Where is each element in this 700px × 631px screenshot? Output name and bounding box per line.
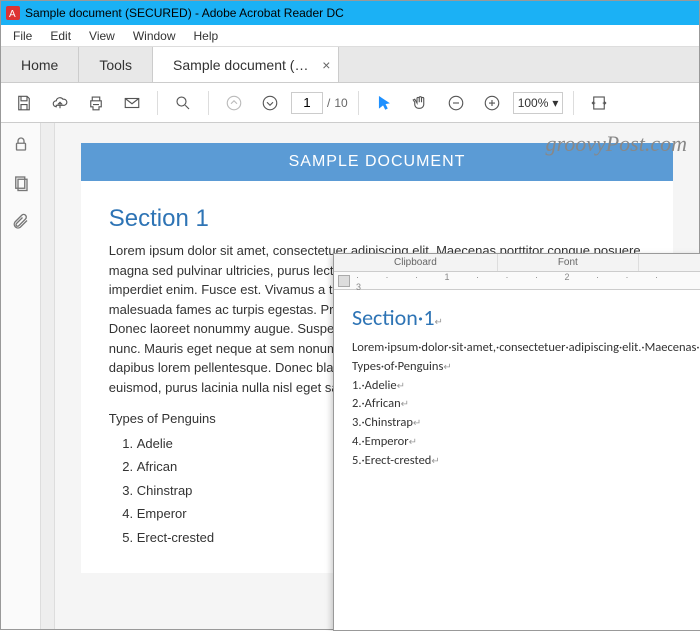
tab-tools-label: Tools: [99, 57, 132, 73]
page-down-icon[interactable]: [255, 88, 285, 118]
app-icon: A: [5, 5, 21, 21]
window-title: Sample document (SECURED) - Adobe Acroba…: [25, 6, 344, 20]
word-list-item: 2.·African↵: [352, 395, 682, 414]
menu-edit[interactable]: Edit: [42, 27, 79, 45]
word-list-item: 3.·Chinstrap↵: [352, 414, 682, 433]
tab-document-label: Sample document (…: [173, 57, 308, 73]
watermark: groovyPost.com: [545, 131, 687, 157]
word-ruler[interactable]: · · · 1 · · · 2 · · · 3: [334, 272, 700, 290]
left-rail: [1, 123, 41, 629]
tabbar: Home Tools Sample document (… ×: [1, 47, 699, 83]
svg-text:A: A: [9, 9, 16, 20]
pilcrow-icon: ↵: [434, 315, 442, 328]
hand-icon[interactable]: [405, 88, 435, 118]
word-section-title: Section·1↵: [352, 304, 682, 331]
search-icon[interactable]: [168, 88, 198, 118]
window-titlebar: A Sample document (SECURED) - Adobe Acro…: [1, 1, 699, 25]
zoom-value: 100%: [518, 96, 549, 110]
menubar: File Edit View Window Help: [1, 25, 699, 47]
chevron-down-icon: ▾: [552, 96, 558, 110]
save-icon[interactable]: [9, 88, 39, 118]
word-types-label: Types·of·Penguins↵: [352, 358, 682, 377]
tab-home[interactable]: Home: [1, 47, 79, 82]
tab-document[interactable]: Sample document (… ×: [153, 47, 339, 82]
thumbnails-icon[interactable]: [12, 174, 30, 195]
pointer-icon[interactable]: [369, 88, 399, 118]
print-icon[interactable]: [81, 88, 111, 118]
page-indicator: / 10: [291, 92, 348, 114]
toolbar: / 10 100% ▾: [1, 83, 699, 123]
page-current-input[interactable]: [291, 92, 323, 114]
page-sep: /: [327, 96, 330, 110]
word-body-text: Lorem·ipsum·dolor·sit·amet,·consectetuer…: [352, 339, 682, 358]
zoom-select[interactable]: 100% ▾: [513, 92, 564, 114]
mail-icon[interactable]: [117, 88, 147, 118]
menu-window[interactable]: Window: [125, 27, 184, 45]
attachment-icon[interactable]: [12, 213, 30, 234]
fit-width-icon[interactable]: [584, 88, 614, 118]
rail-splitter[interactable]: [41, 123, 55, 629]
ribbon-clipboard[interactable]: Clipboard: [334, 254, 498, 271]
word-list-item: 4.·Emperor↵: [352, 433, 682, 452]
menu-file[interactable]: File: [5, 27, 40, 45]
zoom-in-icon[interactable]: [477, 88, 507, 118]
word-document-body[interactable]: Section·1↵ Lorem·ipsum·dolor·sit·amet,·c…: [334, 290, 700, 484]
page-up-icon[interactable]: [219, 88, 249, 118]
zoom-out-icon[interactable]: [441, 88, 471, 118]
word-list-item: 5.·Erect-crested↵: [352, 452, 682, 471]
menu-view[interactable]: View: [81, 27, 123, 45]
tab-tools[interactable]: Tools: [79, 47, 153, 82]
page-total: 10: [334, 96, 347, 110]
cloud-icon[interactable]: [45, 88, 75, 118]
lock-icon[interactable]: [12, 135, 30, 156]
close-icon[interactable]: ×: [322, 57, 330, 73]
ribbon-font[interactable]: Font: [498, 254, 639, 271]
menu-help[interactable]: Help: [186, 27, 227, 45]
word-ribbon: Clipboard Font: [334, 254, 700, 272]
section-title: Section 1: [109, 205, 645, 233]
tab-home-label: Home: [21, 57, 58, 73]
word-window-overlay[interactable]: Clipboard Font · · · 1 · · · 2 · · · 3 S…: [333, 253, 700, 631]
word-list-item: 1.·Adelie↵: [352, 377, 682, 396]
